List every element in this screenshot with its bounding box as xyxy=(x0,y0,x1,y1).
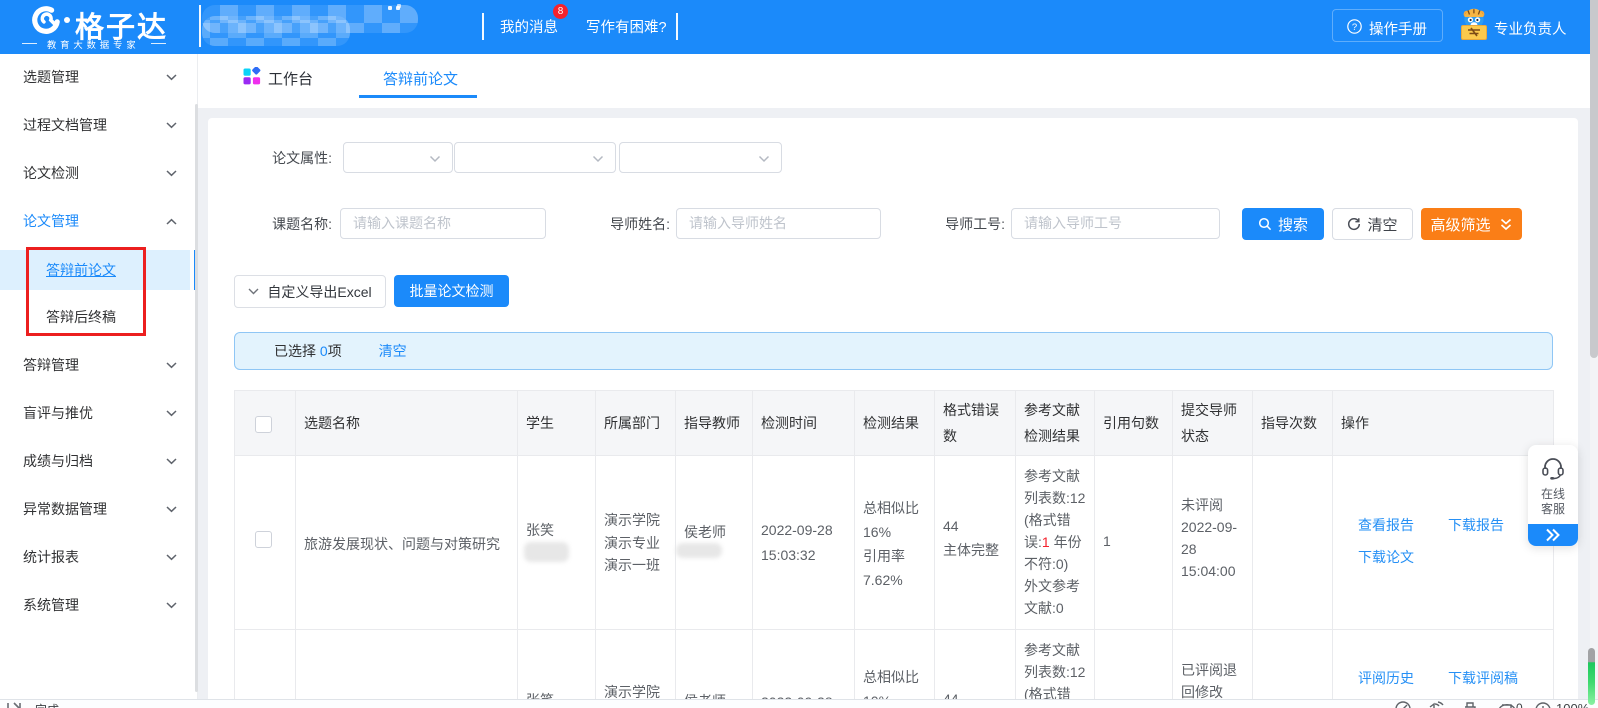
svg-text:?: ? xyxy=(1352,22,1357,33)
